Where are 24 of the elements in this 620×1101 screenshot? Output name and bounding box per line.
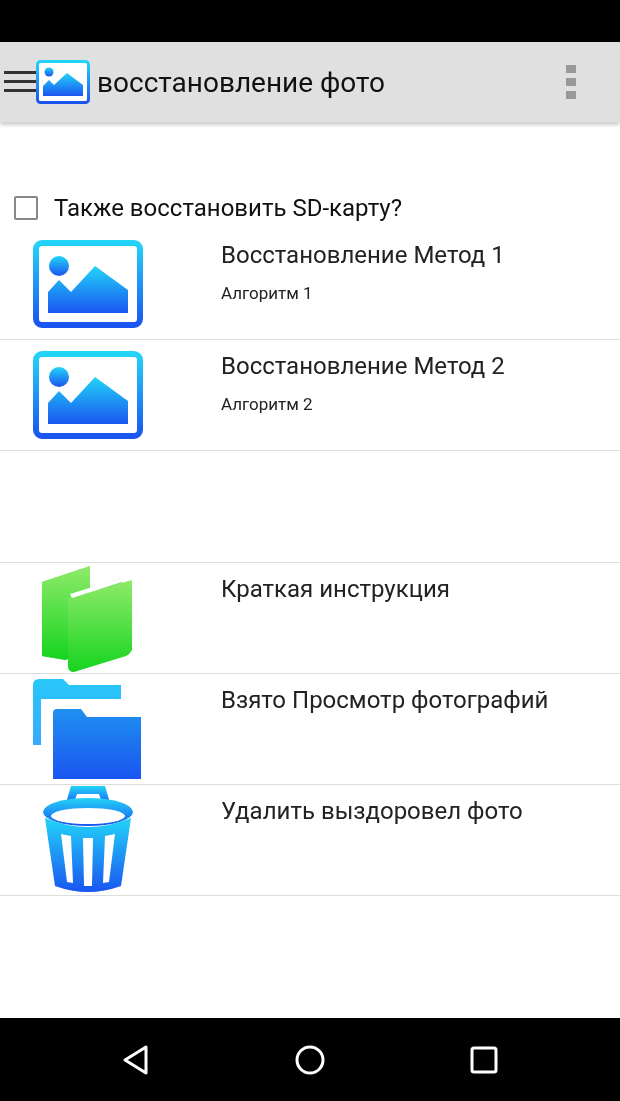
image-icon (32, 240, 143, 328)
trash-icon (40, 786, 135, 894)
menu-icon[interactable] (4, 69, 36, 95)
list-item[interactable]: Краткая инструкция (0, 563, 620, 673)
item-title: Восстановление Метод 1 (221, 240, 505, 271)
image-icon (32, 351, 143, 439)
home-icon[interactable] (295, 1044, 325, 1075)
checkbox-label: Также восстановить SD-карту? (54, 194, 402, 222)
item-subtitle: Алгоритм 2 (221, 394, 314, 414)
app-title: восстановление фото (97, 65, 386, 99)
item-subtitle: Алгоритм 1 (221, 283, 314, 303)
item-title: Удалить выздоровел фото (221, 796, 523, 827)
item-title: Взято Просмотр фотографий (221, 685, 549, 716)
list-item[interactable]: Восстановление Метод 1 Алгоритм 1 (0, 229, 620, 339)
list-item[interactable]: Взято Просмотр фотографий (0, 674, 620, 784)
list-item[interactable]: Удалить выздоровел фото (0, 785, 620, 895)
checkbox[interactable] (14, 196, 38, 220)
item-title: Краткая инструкция (221, 574, 450, 605)
back-icon[interactable] (122, 1044, 151, 1075)
item-title: Восстановление Метод 2 (221, 351, 505, 382)
list-item[interactable]: Восстановление Метод 2 Алгоритм 2 (0, 340, 620, 450)
recent-apps-icon[interactable] (469, 1045, 498, 1074)
folders-icon (32, 679, 143, 779)
image-icon (36, 60, 90, 104)
